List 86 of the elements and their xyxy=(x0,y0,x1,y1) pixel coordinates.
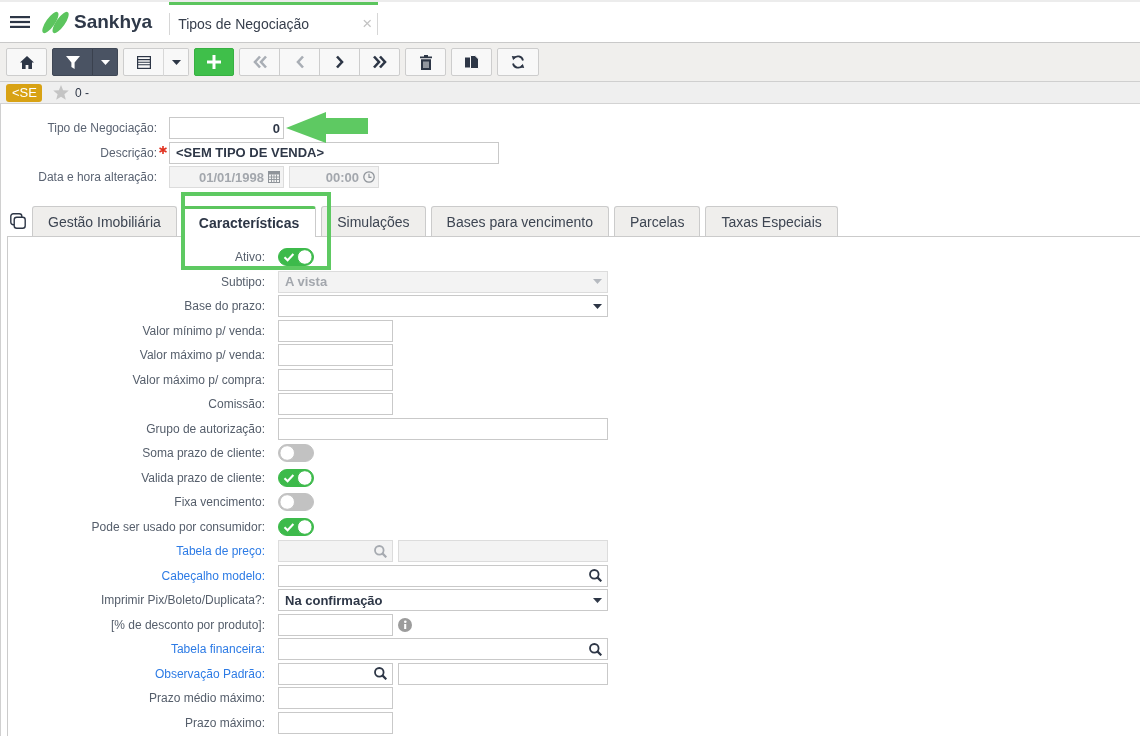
number-field[interactable] xyxy=(278,711,393,734)
documents-icon xyxy=(464,55,479,69)
trash-icon xyxy=(419,54,432,70)
select-field[interactable]: Na confirmação xyxy=(278,589,608,611)
last-button[interactable] xyxy=(359,48,400,76)
text-field[interactable] xyxy=(278,417,608,440)
dropdown-button[interactable] xyxy=(92,48,118,76)
field-label: Valor máximo p/ venda: xyxy=(139,348,265,362)
tab[interactable]: Bases para vencimento xyxy=(430,206,609,236)
add-button[interactable] xyxy=(194,48,234,76)
lookup-field[interactable] xyxy=(278,638,608,660)
menu-icon[interactable] xyxy=(10,16,30,28)
record-title: 0 - xyxy=(74,85,89,100)
number-field[interactable] xyxy=(278,344,393,366)
chevron-right-icon xyxy=(333,55,346,69)
field-label: Fixa vencimento: xyxy=(174,495,265,509)
field-label: Tipo de Negociação: xyxy=(47,121,157,135)
tab[interactable]: Parcelas xyxy=(613,206,701,236)
field-label: Valida prazo de cliente: xyxy=(141,470,265,485)
next-button[interactable] xyxy=(319,48,360,76)
clock-icon xyxy=(363,171,375,183)
view-button[interactable] xyxy=(123,48,164,76)
tab[interactable]: Gestão Imobiliária xyxy=(32,206,177,236)
caret-icon xyxy=(100,59,110,65)
field-label: Data e hora alteração: xyxy=(38,170,157,184)
lookup-field[interactable] xyxy=(278,564,608,587)
select-field[interactable] xyxy=(278,295,608,317)
search-icon xyxy=(589,642,602,656)
home-icon xyxy=(19,55,34,69)
delete-button[interactable] xyxy=(405,48,446,76)
lookup-field[interactable] xyxy=(278,662,393,685)
field-label: Valor máximo p/ compra: xyxy=(132,372,265,387)
field-label: Subtipo: xyxy=(220,274,265,289)
logo-icon xyxy=(42,10,69,34)
field-label: Soma prazo de cliente: xyxy=(142,446,265,460)
field-label: Grupo de autorização: xyxy=(146,421,265,436)
caret-icon xyxy=(171,59,181,65)
field-label: Prazo máximo: xyxy=(184,715,265,730)
number-field[interactable] xyxy=(278,393,393,415)
field-label: Valor mínimo p/ venda: xyxy=(142,323,265,338)
refresh-icon xyxy=(511,55,525,69)
field-link[interactable]: Cabeçalho modelo: xyxy=(161,568,265,583)
search-icon xyxy=(374,667,387,680)
field-link[interactable]: Tabela financeira: xyxy=(170,642,265,656)
filter-button[interactable] xyxy=(52,48,93,76)
tab[interactable]: Simulações xyxy=(321,206,426,236)
number-field[interactable] xyxy=(278,319,393,342)
copy-icon[interactable] xyxy=(10,213,26,229)
double-chevron-left-icon xyxy=(252,55,267,69)
field-label: [% de desconto por produto]: xyxy=(110,617,265,632)
caret-icon xyxy=(593,279,602,284)
caret-icon xyxy=(593,303,602,309)
toggle-switch[interactable] xyxy=(278,468,314,487)
star-icon[interactable] xyxy=(52,85,69,100)
field-label: Ativo: xyxy=(235,250,265,264)
field-link[interactable]: Observação Padrão: xyxy=(154,666,265,681)
toggle-switch[interactable] xyxy=(278,493,314,511)
description-field[interactable] xyxy=(398,662,608,685)
refresh-button[interactable] xyxy=(497,48,539,76)
search-icon xyxy=(374,544,387,558)
filter-icon xyxy=(65,55,80,69)
caret-icon xyxy=(593,597,602,603)
toggle-switch[interactable] xyxy=(278,248,314,266)
number-field[interactable] xyxy=(278,613,393,636)
home-button[interactable] xyxy=(6,48,47,76)
field-label: Prazo médio máximo: xyxy=(148,691,265,705)
search-icon xyxy=(589,569,602,582)
text-field[interactable]: <SEM TIPO DE VENDA> xyxy=(169,141,499,164)
field-label: Base do prazo: xyxy=(184,299,265,313)
logo-text: Sankhya xyxy=(74,11,153,33)
toggle-switch[interactable] xyxy=(278,517,314,536)
info-icon[interactable] xyxy=(398,617,412,632)
table-icon xyxy=(136,55,151,69)
calendar-icon xyxy=(268,171,280,183)
number-field[interactable]: 0 xyxy=(169,117,284,139)
number-field[interactable] xyxy=(278,368,393,391)
duplicate-button[interactable] xyxy=(451,48,492,76)
plus-icon xyxy=(207,55,221,69)
toggle-switch[interactable] xyxy=(278,444,314,462)
field-label: Comissão: xyxy=(208,397,265,411)
field-label: Imprimir Pix/Boleto/Duplicata?: xyxy=(100,593,265,607)
field-label: Pode ser usado por consumidor: xyxy=(91,519,265,534)
double-chevron-right-icon xyxy=(372,55,387,69)
number-field[interactable] xyxy=(278,687,393,709)
field-label: Descrição: xyxy=(100,145,157,160)
tab[interactable]: Taxas Especiais xyxy=(705,206,838,236)
